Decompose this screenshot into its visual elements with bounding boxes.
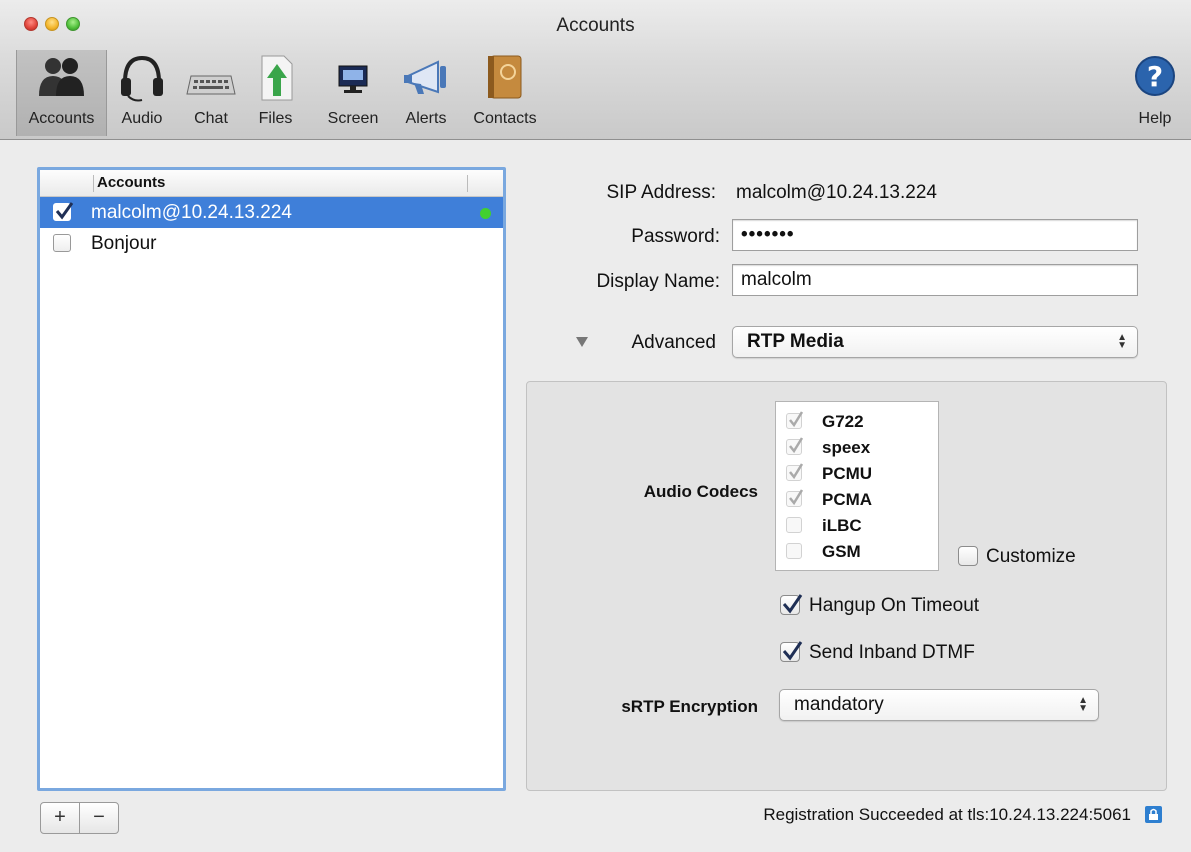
codec-checkbox[interactable] [786, 517, 802, 533]
accounts-column-header[interactable]: Accounts [93, 175, 165, 192]
codec-checkbox[interactable] [786, 437, 804, 455]
checkmark-icon [55, 202, 74, 220]
codec-item[interactable]: PCMU [776, 461, 936, 486]
toolbar-accounts[interactable]: Accounts [16, 50, 107, 136]
customize-label: Customize [986, 546, 1076, 567]
toolbar-files[interactable]: Files [248, 50, 303, 136]
advanced-label: Advanced [631, 332, 716, 353]
codec-name: speex [822, 438, 871, 457]
accounts-table-header[interactable]: Accounts [40, 170, 503, 197]
srtp-encryption-value: mandatory [794, 694, 884, 715]
codec-checkbox[interactable] [786, 463, 804, 481]
account-row[interactable]: Bonjour [40, 228, 503, 259]
display-name-field[interactable]: malcolm [732, 264, 1138, 296]
codec-item[interactable]: iLBC [776, 513, 936, 538]
checkmark-icon [789, 437, 804, 454]
svg-text:?: ? [1147, 60, 1163, 93]
account-row[interactable]: malcolm@10.24.13.224 [40, 197, 503, 228]
send-inband-dtmf-label: Send Inband DTMF [809, 642, 975, 663]
file-transfer-icon [261, 55, 292, 101]
checkmark-icon [789, 463, 804, 480]
monitor-icon [338, 65, 368, 93]
codec-name: PCMA [822, 490, 873, 509]
checkmark-icon [789, 489, 804, 506]
toolbar-label: Screen [327, 110, 379, 127]
codec-name: iLBC [822, 516, 862, 535]
checkmark-icon [782, 641, 803, 661]
toolbar-screen[interactable]: Screen [320, 50, 386, 136]
codec-name: GSM [822, 542, 861, 561]
select-arrows-icon: ▲ ▼ [1117, 332, 1127, 351]
display-name-label: Display Name: [596, 271, 720, 292]
toolbar-label: Accounts [28, 110, 95, 127]
checkmark-icon [789, 411, 804, 428]
toolbar-audio[interactable]: Audio [110, 50, 174, 136]
address-book-icon [488, 55, 522, 99]
account-enabled-checkbox[interactable] [53, 202, 74, 221]
toolbar-label: Chat [194, 110, 228, 127]
toolbar-chat[interactable]: Chat [180, 50, 242, 136]
toolbar-help[interactable]: ? Help [1125, 50, 1185, 136]
accounts-icon [38, 58, 84, 96]
customize-checkbox[interactable] [958, 546, 978, 566]
add-account-button[interactable]: + [40, 802, 80, 834]
lock-icon [1145, 806, 1162, 823]
headset-icon [121, 55, 163, 102]
send-inband-dtmf-checkbox[interactable] [780, 641, 803, 662]
toolbar-label: Audio [121, 110, 163, 127]
codec-checkbox[interactable] [786, 489, 804, 507]
codec-name: PCMU [822, 464, 873, 483]
codec-item[interactable]: PCMA [776, 487, 936, 512]
codec-name: G722 [822, 412, 864, 431]
codec-checkbox[interactable] [786, 543, 802, 559]
codec-item[interactable]: G722 [776, 409, 936, 434]
column-separator [467, 175, 468, 192]
srtp-encryption-select[interactable]: mandatory ▲ ▼ [779, 689, 1099, 721]
account-enabled-checkbox[interactable] [53, 234, 71, 252]
select-arrows-icon: ▲ ▼ [1078, 695, 1088, 714]
toolbar-label: Files [258, 110, 293, 127]
codec-item[interactable]: GSM [776, 539, 936, 564]
toolbar-contacts[interactable]: Contacts [460, 50, 550, 136]
remove-account-button[interactable]: − [79, 802, 119, 834]
advanced-section-select[interactable]: RTP Media ▲ ▼ [732, 326, 1138, 358]
disclosure-triangle-icon[interactable] [575, 336, 589, 348]
password-field[interactable]: ••••••• [732, 219, 1138, 251]
window-toolbar: Accounts Accounts Audio Chat Files Scree… [0, 0, 1191, 140]
registration-status: Registration Succeeded at tls:10.24.13.2… [763, 805, 1131, 824]
window-title: Accounts [556, 15, 635, 36]
megaphone-icon [404, 60, 446, 94]
toolbar-label: Alerts [405, 110, 447, 127]
advanced-section-value: RTP Media [747, 331, 844, 352]
online-status-indicator [480, 208, 491, 219]
account-name: Bonjour [91, 233, 157, 254]
toolbar-label: Help [1138, 110, 1172, 127]
codec-item[interactable]: speex [776, 435, 936, 460]
codec-checkbox[interactable] [786, 411, 804, 429]
sip-address-label: SIP Address: [606, 182, 717, 203]
checkmark-icon [782, 594, 803, 614]
audio-codecs-list[interactable]: G722 speex PCMU PCMA iLBC GSM [775, 401, 939, 571]
hangup-on-timeout-checkbox[interactable] [780, 594, 803, 615]
help-icon: ? [1135, 56, 1175, 96]
toolbar-alerts[interactable]: Alerts [394, 50, 458, 136]
hangup-on-timeout-label: Hangup On Timeout [809, 595, 980, 616]
account-name: malcolm@10.24.13.224 [91, 202, 292, 223]
keyboard-icon [186, 75, 236, 95]
toolbar-label: Contacts [473, 110, 537, 127]
password-label: Password: [631, 226, 720, 247]
srtp-encryption-label: sRTP Encryption [621, 697, 758, 716]
sip-address-value: malcolm@10.24.13.224 [736, 182, 937, 203]
accounts-table[interactable]: Accounts malcolm@10.24.13.224 Bonjour [37, 167, 506, 791]
audio-codecs-label: Audio Codecs [643, 482, 758, 501]
